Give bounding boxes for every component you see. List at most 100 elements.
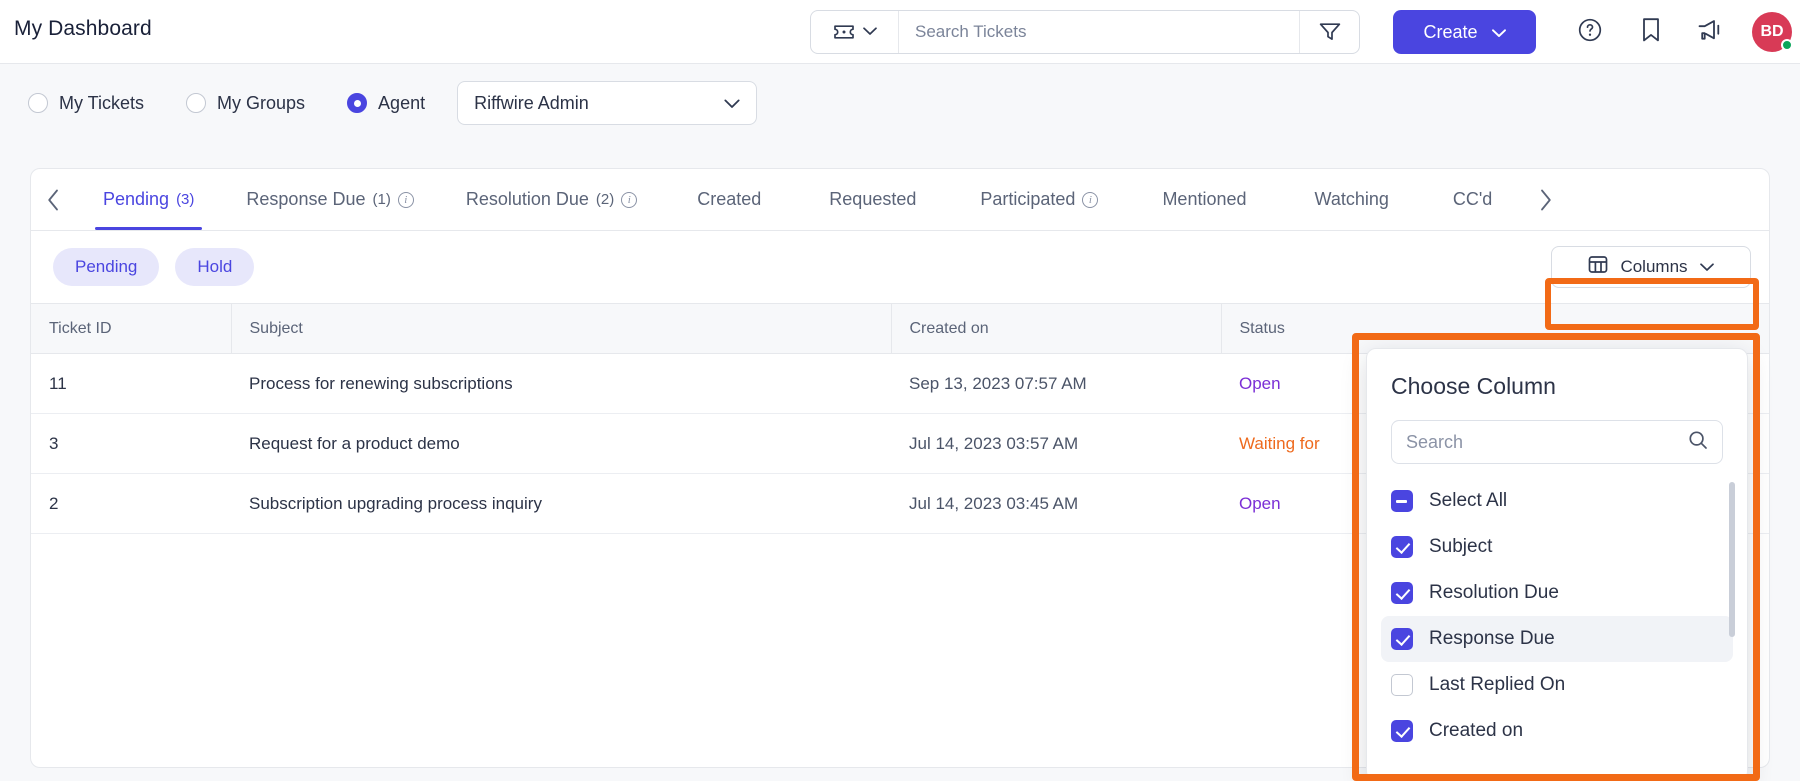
checkbox-checked-icon[interactable] [1391,582,1413,604]
tab-label: Watching [1315,189,1389,210]
search-bar [810,10,1360,54]
radio-indicator [347,93,367,113]
tab-label: Mentioned [1162,189,1246,210]
search-filter-button[interactable] [1299,11,1359,53]
radio-agent-label: Agent [378,93,425,114]
agent-select[interactable]: Riffwire Admin [457,81,757,125]
avatar[interactable]: BD [1752,12,1792,52]
chevron-down-icon [1700,257,1714,277]
create-button-label: Create [1423,22,1477,43]
columns-button-label: Columns [1620,257,1687,277]
info-icon: i [398,192,414,208]
chip-hold[interactable]: Hold [175,248,254,286]
option-list-scrollbar[interactable] [1729,482,1735,637]
option-label: Select All [1429,490,1507,512]
cell-created-on: Jul 14, 2023 03:45 AM [891,474,1221,534]
column-header-created-on[interactable]: Created on [891,304,1221,354]
cell-ticket-id: 2 [31,474,231,534]
radio-my-tickets[interactable]: My Tickets [28,93,144,114]
option-response-due[interactable]: Response Due [1381,616,1733,662]
columns-table-icon [1588,255,1608,279]
tab-resolution-due[interactable]: Resolution Due (2) i [440,169,663,230]
ticket-icon [833,23,855,41]
top-bar: My Dashboard Creat [0,0,1800,64]
search-type-selector[interactable] [811,11,899,53]
choose-column-search-input[interactable] [1406,432,1688,453]
tab-mentioned[interactable]: Mentioned [1128,169,1280,230]
chevron-down-icon [724,93,740,114]
megaphone-icon [1697,18,1725,47]
tab-response-due[interactable]: Response Due (1) i [220,169,439,230]
page-title: My Dashboard [14,17,152,41]
radio-my-groups-label: My Groups [217,93,305,114]
tab-pending[interactable]: Pending (3) [77,169,220,230]
tabs-scroll-right-button[interactable] [1522,170,1568,230]
radio-my-tickets-label: My Tickets [59,93,144,114]
tab-count: (3) [176,191,194,208]
chip-label: Pending [75,257,137,277]
tab-watching[interactable]: Watching [1281,169,1423,230]
choose-column-option-list[interactable]: Select All Subject Resolution Due Respon… [1367,478,1747,778]
columns-button[interactable]: Columns [1551,246,1751,288]
tab-label: Participated [980,189,1075,210]
column-header-ticket-id[interactable]: Ticket ID [31,304,231,354]
tab-bar: Pending (3) Response Due (1) i Resolutio… [31,169,1769,231]
tabs-scroll-left-button[interactable] [31,170,77,230]
cell-subject: Subscription upgrading process inquiry [231,474,891,534]
checkbox-checked-icon[interactable] [1391,628,1413,650]
table-header-row: Ticket ID Subject Created on Status [31,304,1770,354]
cell-subject: Process for renewing subscriptions [231,354,891,414]
chip-row: Pending Hold Columns [31,231,1769,303]
search-input[interactable] [899,11,1299,53]
tab-requested[interactable]: Requested [795,169,950,230]
column-header-subject[interactable]: Subject [231,304,891,354]
checkbox-indeterminate-icon[interactable] [1391,490,1413,512]
option-label: Created on [1429,720,1523,742]
dashboard-page: My Dashboard Creat [0,0,1800,781]
checkbox-unchecked-icon[interactable] [1391,674,1413,696]
choose-column-panel: Choose Column Select All Subject Res [1366,348,1748,781]
option-resolution-due[interactable]: Resolution Due [1381,570,1733,616]
tab-label: Pending [103,189,169,210]
checkbox-checked-icon[interactable] [1391,536,1413,558]
cell-created-on: Sep 13, 2023 07:57 AM [891,354,1221,414]
tab-label: Resolution Due [466,189,589,210]
tab-count: (1) [372,191,390,208]
cell-created-on: Jul 14, 2023 03:57 AM [891,414,1221,474]
choose-column-search [1391,420,1723,464]
checkbox-checked-icon[interactable] [1391,720,1413,742]
radio-agent[interactable]: Agent [347,93,425,114]
option-last-replied-on[interactable]: Last Replied On [1381,662,1733,708]
bookmark-icon [1641,17,1661,48]
option-created-on[interactable]: Created on [1381,708,1733,754]
chip-pending[interactable]: Pending [53,248,159,286]
option-select-all[interactable]: Select All [1381,478,1733,524]
tab-label: Requested [829,189,916,210]
option-subject[interactable]: Subject [1381,524,1733,570]
online-status-dot [1781,39,1793,51]
create-button[interactable]: Create [1393,10,1536,54]
cell-subject: Request for a product demo [231,414,891,474]
option-label: Last Replied On [1429,674,1565,696]
option-label: Resolution Due [1429,582,1559,604]
avatar-initials: BD [1760,23,1783,41]
search-icon [1688,430,1708,455]
tab-ccd[interactable]: CC'd [1423,169,1522,230]
scope-filter-row: My Tickets My Groups Agent Riffwire Admi… [0,64,1800,142]
tab-created[interactable]: Created [663,169,795,230]
help-button[interactable] [1575,17,1605,47]
radio-indicator [28,93,48,113]
tab-participated[interactable]: Participated i [950,169,1128,230]
radio-indicator [186,93,206,113]
option-label: Subject [1429,536,1492,558]
chevron-down-icon [863,23,877,41]
tab-label: Response Due [246,189,365,210]
info-icon: i [1082,192,1098,208]
radio-my-groups[interactable]: My Groups [186,93,305,114]
agent-select-value: Riffwire Admin [474,93,589,114]
column-header-status[interactable]: Status [1221,304,1770,354]
bookmarks-button[interactable] [1636,17,1666,47]
tab-label: CC'd [1453,189,1492,210]
tab-label: Created [697,189,761,210]
announcements-button[interactable] [1696,17,1726,47]
